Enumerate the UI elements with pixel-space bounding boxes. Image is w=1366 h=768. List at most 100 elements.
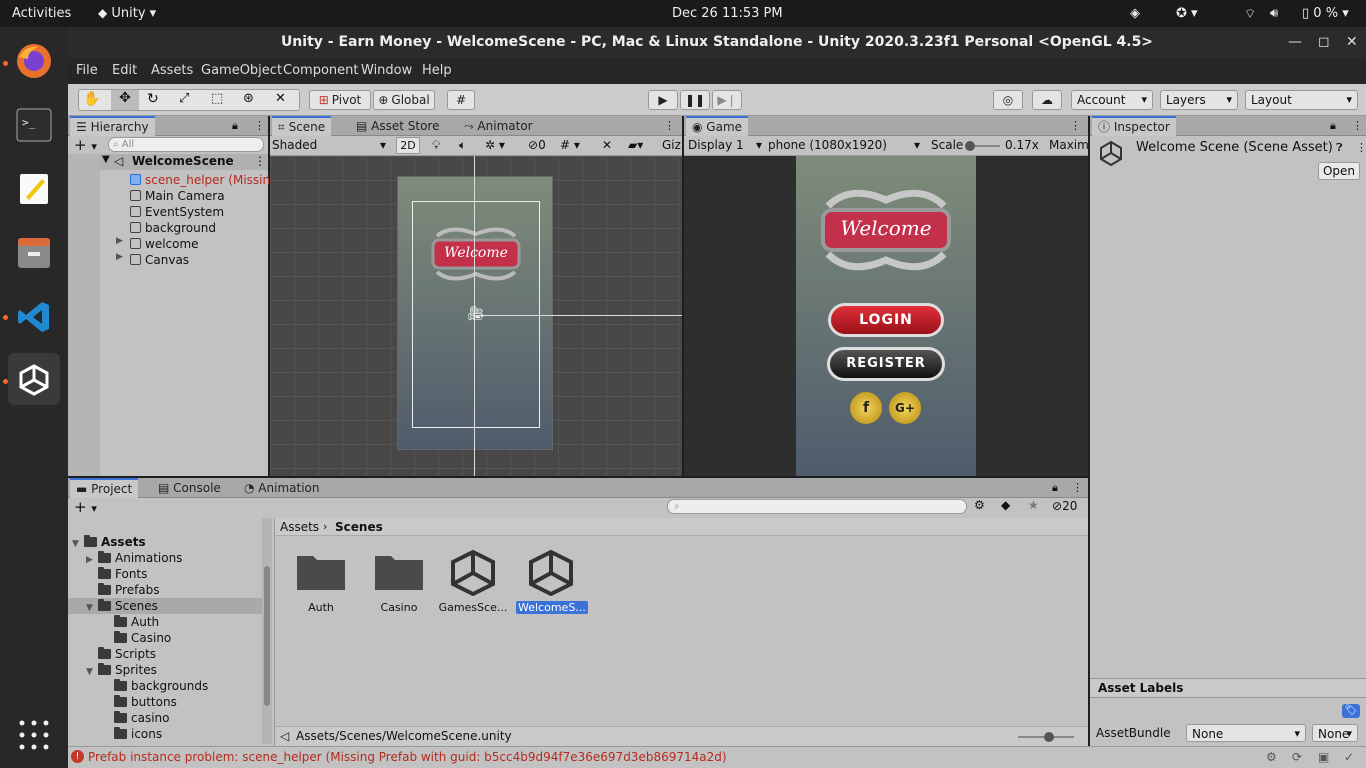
inspector-menu-icon[interactable]: ⋮ (1356, 141, 1366, 154)
scale-tool-icon[interactable]: ⤢ (179, 91, 189, 106)
tree-item[interactable]: buttons (114, 694, 177, 710)
tab-animation[interactable]: ◔ Animation (238, 478, 325, 498)
scene-menu-icon[interactable]: ⋮ (254, 154, 266, 168)
tab-project[interactable]: ▬ Project (70, 478, 139, 498)
accessibility-icon[interactable]: ✪ ▾ (1176, 6, 1198, 21)
transform-tool-icon[interactable]: ⊛ (243, 91, 254, 106)
move-tool-icon[interactable]: ✥ (111, 90, 139, 110)
menu-component[interactable]: Component (283, 63, 358, 78)
audio-icon[interactable]: 🔈︎ (459, 138, 466, 153)
tree-item[interactable]: ▶ Animations (86, 550, 182, 566)
play-button[interactable]: ▶ (648, 90, 678, 110)
panel-menu-icon[interactable]: ⋮ (1352, 119, 1363, 132)
lighting-icon[interactable]: 💡︎ (432, 138, 440, 153)
firefox-icon[interactable] (8, 35, 60, 87)
scale-slider-thumb[interactable] (965, 141, 975, 151)
menu-file[interactable]: File (76, 63, 98, 78)
wifi-icon[interactable]: ⌔ (1244, 6, 1256, 22)
maximize-button[interactable]: ◻ (1318, 27, 1330, 58)
tree-item[interactable]: backgrounds (114, 678, 208, 694)
tree-scrollbar[interactable] (262, 518, 272, 744)
panel-menu-icon[interactable]: ⋮ (1072, 481, 1083, 494)
scale-slider[interactable] (965, 141, 1000, 151)
account-dropdown[interactable]: Account (1071, 90, 1153, 110)
app-menu[interactable]: ◆ Unity ▾ (98, 6, 156, 21)
asset-item[interactable]: Casino (364, 548, 434, 614)
volume-icon[interactable]: 🔊︎ (1270, 6, 1278, 21)
status-message[interactable]: Prefab instance problem: scene_helper (M… (88, 750, 727, 764)
battery-icon[interactable]: ▯ 0 % ▾ (1302, 6, 1349, 21)
tree-item[interactable]: Auth (114, 614, 159, 630)
tree-item[interactable]: casino (114, 710, 169, 726)
lock-icon[interactable]: 🔒︎ (232, 119, 238, 133)
grid-snap-button[interactable]: # (447, 90, 475, 110)
camera-gizmo-icon[interactable]: 🎥︎ (467, 306, 485, 322)
maximize-on-play-toggle[interactable]: Maximi (1049, 138, 1092, 152)
google-plus-button[interactable]: G+ (889, 392, 921, 424)
minimize-button[interactable]: — (1288, 27, 1302, 58)
hidden-packages-toggle[interactable]: ⊘20 (1052, 499, 1077, 513)
effects-icon[interactable]: ✲ ▾ (485, 138, 505, 152)
menu-assets[interactable]: Assets (151, 63, 193, 78)
tree-item[interactable]: Casino (114, 630, 171, 646)
resolution-dropdown[interactable]: phone (1080x1920) ▾ (768, 137, 920, 154)
unity-dock-icon[interactable] (8, 353, 60, 405)
cache-icon[interactable]: ▣ (1318, 750, 1329, 764)
asset-item[interactable]: GamesSce... (438, 548, 508, 614)
tab-hierarchy[interactable]: ☰ Hierarchy (70, 116, 155, 136)
cloud-button[interactable]: ☁ (1032, 90, 1062, 110)
panel-menu-icon[interactable]: ⋮ (1070, 119, 1081, 132)
tree-item[interactable]: Fonts (98, 566, 147, 582)
tab-animator[interactable]: ⤳ Animator (458, 116, 539, 136)
expand-arrow-icon[interactable]: ▶ (116, 252, 123, 262)
filter-type-icon[interactable]: ⚙ (974, 498, 985, 512)
progress-icon[interactable]: ⟳ (1292, 750, 1302, 764)
vscode-icon[interactable] (8, 291, 60, 343)
2d-toggle[interactable]: 2D (396, 137, 420, 154)
rotate-tool-icon[interactable]: ↻ (147, 91, 159, 107)
debug-icon[interactable]: ⚙ (1266, 750, 1277, 764)
activities-button[interactable]: Activities (12, 6, 71, 21)
tab-game[interactable]: ◉ Game (686, 116, 749, 136)
facebook-button[interactable]: f (850, 392, 882, 424)
login-button[interactable]: LOGIN (828, 303, 944, 337)
icon-size-slider-thumb[interactable] (1044, 732, 1054, 742)
lock-icon[interactable]: 🔒︎ (1330, 119, 1336, 133)
tree-scrollbar-thumb[interactable] (264, 566, 270, 706)
collab-button[interactable]: ◎ (993, 90, 1023, 110)
create-asset-button[interactable]: + ▾ (74, 498, 97, 516)
favorite-star-icon[interactable]: ★ (1028, 498, 1039, 512)
tab-console[interactable]: ▤ Console (152, 478, 227, 498)
breadcrumb-assets[interactable]: Assets (280, 520, 319, 534)
text-editor-icon[interactable] (8, 163, 60, 215)
tab-asset-store[interactable]: ▤ Asset Store (350, 116, 446, 136)
assetbundle-dropdown[interactable]: None (1186, 724, 1306, 743)
asset-item[interactable]: Auth (286, 548, 356, 614)
icon-size-slider[interactable] (1018, 732, 1074, 742)
camera-icon[interactable]: ▰▾ (628, 138, 643, 152)
clock[interactable]: Dec 26 11:53 PM (672, 6, 783, 21)
terminal-icon[interactable]: >_ (8, 99, 60, 151)
tree-item[interactable]: icons (114, 726, 162, 742)
help-icon[interactable]: ❓︎ (1336, 141, 1343, 155)
hand-tool-icon[interactable]: ✋ (83, 91, 100, 107)
global-toggle[interactable]: ⊕ Global (373, 90, 435, 110)
expand-arrow-icon[interactable]: ▼ (102, 154, 110, 165)
menu-gameobject[interactable]: GameObject (201, 63, 282, 78)
tree-item[interactable]: ▼ Scenes (86, 598, 158, 614)
check-icon[interactable]: ✓ (1344, 750, 1354, 764)
tab-scene[interactable]: ⌗ Scene (272, 116, 332, 136)
create-button[interactable]: + ▾ (74, 136, 97, 154)
pivot-toggle[interactable]: ⊞ Pivot (309, 90, 371, 110)
files-icon[interactable] (8, 227, 60, 279)
unity-tray-icon[interactable]: ◈ (1130, 6, 1140, 21)
rect-tool-icon[interactable]: ⬚ (211, 91, 223, 106)
filter-label-icon[interactable]: ◆ (1001, 498, 1010, 512)
menu-help[interactable]: Help (422, 63, 452, 78)
tree-item[interactable]: Scripts (98, 646, 156, 662)
layout-dropdown[interactable]: Layout (1245, 90, 1358, 110)
display-dropdown[interactable]: Display 1 ▾ (688, 137, 762, 154)
asset-item[interactable]: WelcomeS... (516, 548, 588, 614)
breadcrumb-scenes[interactable]: Scenes (335, 520, 383, 534)
hidden-objects-icon[interactable]: ⊘0 (528, 138, 546, 152)
